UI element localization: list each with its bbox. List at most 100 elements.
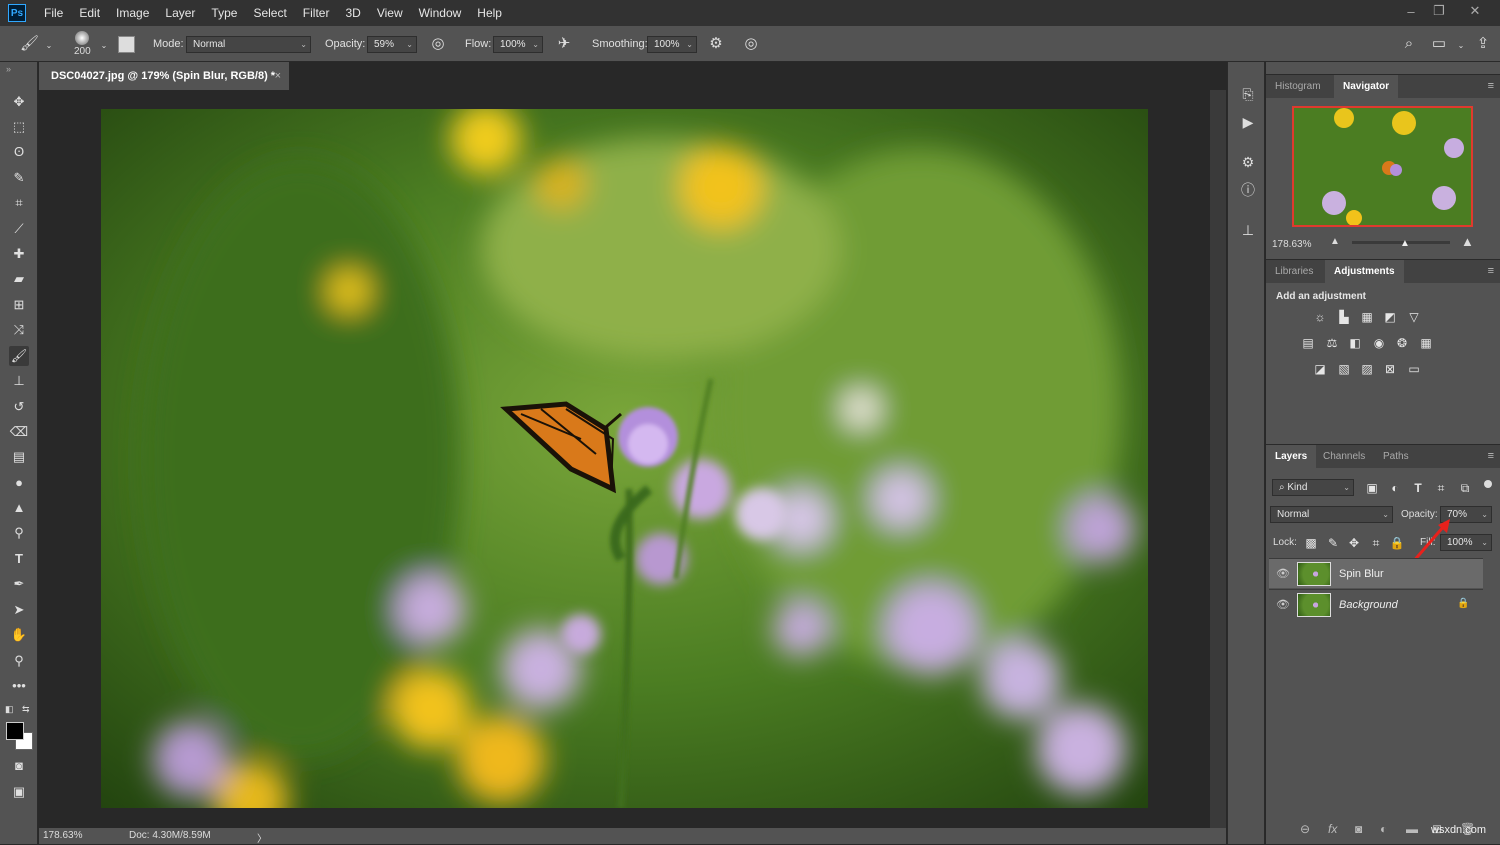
navigator-zoom[interactable]: 178.63% [1272, 239, 1311, 250]
shape-layer-filter-icon[interactable]: ⌗ [1433, 481, 1449, 495]
pen-tool-icon[interactable]: ✒ [9, 574, 29, 594]
restore-button[interactable]: ❐ [1424, 0, 1454, 22]
opacity-field[interactable]: 59%⌄ [367, 36, 417, 53]
close-document-icon[interactable]: × [275, 62, 281, 90]
info-icon[interactable]: ⓘ [1238, 180, 1258, 200]
clone-source-icon[interactable]: ⊥ [1238, 220, 1258, 240]
menu-view[interactable]: View [369, 0, 411, 26]
levels-icon[interactable]: ▙ [1336, 310, 1352, 324]
tab-navigator[interactable]: Navigator [1334, 75, 1398, 99]
clone-stamp-tool-icon[interactable]: ⊥ [9, 371, 29, 391]
marquee-tool-icon[interactable]: ⬚ [9, 117, 29, 137]
hue-saturation-icon[interactable]: ▤ [1300, 336, 1316, 350]
eraser-tool-icon[interactable]: ⌫ [9, 422, 29, 442]
menu-layer[interactable]: Layer [157, 0, 203, 26]
panel-menu-icon[interactable]: ≡ [1488, 265, 1494, 277]
brush-tip-icon[interactable] [75, 31, 89, 45]
eye-icon[interactable]: 👁 [1276, 567, 1290, 579]
search-icon[interactable]: ⌕ [1400, 36, 1418, 52]
invert-icon[interactable]: ◪ [1312, 362, 1328, 376]
add-mask-icon[interactable]: ◙ [1355, 822, 1362, 836]
layer-name[interactable]: Spin Blur [1339, 559, 1384, 589]
new-adjustment-layer-icon[interactable]: ◐ [1380, 822, 1387, 836]
eyedropper-tool-icon[interactable]: ⟋ [9, 219, 29, 239]
content-aware-move-icon[interactable]: ⤨ [9, 320, 29, 340]
menu-type[interactable]: Type [203, 0, 245, 26]
tab-histogram[interactable]: Histogram [1266, 75, 1330, 99]
brush-tool-preset-icon[interactable]: 🖌 [20, 36, 38, 52]
status-zoom[interactable]: 178.63% [43, 830, 82, 841]
zoom-tool-icon[interactable]: ⚲ [9, 651, 29, 671]
document-image[interactable] [101, 109, 1148, 808]
default-colors-icon[interactable]: ◧ [5, 704, 14, 715]
more-tools-icon[interactable]: ••• [9, 676, 29, 696]
layer-row[interactable]: 👁 Spin Blur [1269, 558, 1483, 588]
brush-panel-toggle-icon[interactable] [118, 36, 135, 53]
close-window-button[interactable]: ✕ [1460, 0, 1490, 22]
chevron-down-icon[interactable]: ⌄ [1452, 38, 1470, 54]
lasso-tool-icon[interactable]: ʘ [9, 142, 29, 162]
layer-style-icon[interactable]: fx [1328, 822, 1337, 836]
layer-row[interactable]: 👁 Background 🔒 [1269, 589, 1483, 619]
collapse-icon[interactable]: » [6, 64, 11, 74]
menu-edit[interactable]: Edit [71, 0, 108, 26]
panel-menu-icon[interactable]: ≡ [1488, 80, 1494, 92]
menu-select[interactable]: Select [245, 0, 294, 26]
blur-tool-icon[interactable]: ● [9, 473, 29, 493]
document-tab[interactable]: DSC04027.jpg @ 179% (Spin Blur, RGB/8) *… [39, 62, 289, 90]
smart-object-filter-icon[interactable]: ⧉ [1457, 481, 1473, 495]
history-brush-tool-icon[interactable]: ↺ [9, 397, 29, 417]
zoom-slider-thumb[interactable]: ▲ [1400, 238, 1410, 248]
mode-select[interactable]: Normal⌄ [186, 36, 311, 53]
lock-artboard-icon[interactable]: ⌗ [1368, 536, 1384, 550]
chevron-down-icon[interactable]: ⌄ [40, 38, 58, 54]
selective-color-icon[interactable]: ⊠ [1382, 362, 1398, 376]
smoothing-field[interactable]: 100%⌄ [647, 36, 697, 53]
foreground-color-swatch[interactable] [6, 722, 24, 740]
gear-icon[interactable]: ⚙ [707, 36, 725, 52]
burn-tool-icon[interactable]: ⚲ [9, 523, 29, 543]
black-white-icon[interactable]: ◧ [1347, 336, 1363, 350]
menu-file[interactable]: File [36, 0, 71, 26]
swap-colors-icon[interactable]: ⇆ [22, 704, 30, 715]
photo-filter-icon[interactable]: ◉ [1371, 336, 1387, 350]
type-tool-icon[interactable]: T [9, 549, 29, 569]
layer-filter-kind[interactable]: ⌕ Kind⌄ [1272, 479, 1354, 496]
panel-menu-icon[interactable]: ≡ [1488, 450, 1494, 462]
vibrance-icon[interactable]: ▽ [1406, 310, 1422, 324]
flow-field[interactable]: 100%⌄ [493, 36, 543, 53]
blend-mode-select[interactable]: Normal⌄ [1270, 506, 1393, 523]
workspace-icon[interactable]: ▭ [1430, 36, 1448, 52]
gradient-map-icon[interactable]: ▭ [1406, 362, 1422, 376]
pixel-layer-filter-icon[interactable]: ▣ [1364, 481, 1380, 495]
lock-pixels-icon[interactable]: ✎ [1325, 536, 1341, 550]
frame-tool-icon[interactable]: ⊞ [9, 295, 29, 315]
pressure-opacity-icon[interactable]: ◎ [429, 36, 447, 52]
hand-tool-icon[interactable]: ✋ [9, 625, 29, 645]
menu-3d[interactable]: 3D [337, 0, 368, 26]
filter-toggle-icon[interactable] [1484, 480, 1492, 488]
actions-play-icon[interactable]: ▶ [1238, 112, 1258, 132]
menu-image[interactable]: Image [108, 0, 157, 26]
lock-transparent-icon[interactable]: ▩ [1303, 536, 1319, 550]
brightness-contrast-icon[interactable]: ☼ [1312, 310, 1328, 324]
exposure-icon[interactable]: ◩ [1382, 310, 1398, 324]
eye-icon[interactable]: 👁 [1276, 598, 1290, 610]
brush-tool-icon[interactable]: 🖌 [9, 346, 29, 366]
channel-mixer-icon[interactable]: ❂ [1394, 336, 1410, 350]
new-group-icon[interactable]: ▬ [1406, 822, 1418, 836]
status-menu-arrow[interactable]: 〉 [257, 830, 267, 845]
airbrush-icon[interactable]: ✈ [555, 36, 573, 52]
pressure-size-icon[interactable]: ◎ [742, 36, 760, 52]
threshold-icon[interactable]: ▨ [1359, 362, 1375, 376]
link-layers-icon[interactable]: ⊖ [1300, 822, 1310, 836]
quick-selection-tool-icon[interactable]: ✎ [9, 168, 29, 188]
menu-help[interactable]: Help [469, 0, 510, 26]
tab-channels[interactable]: Channels [1314, 445, 1374, 469]
properties-icon[interactable]: ⚙ [1238, 152, 1258, 172]
gradient-tool-icon[interactable]: ▤ [9, 447, 29, 467]
dodge-tool-icon[interactable]: ▲ [9, 498, 29, 518]
menu-filter[interactable]: Filter [295, 0, 338, 26]
share-icon[interactable]: ⇪ [1474, 36, 1492, 52]
menu-window[interactable]: Window [411, 0, 470, 26]
